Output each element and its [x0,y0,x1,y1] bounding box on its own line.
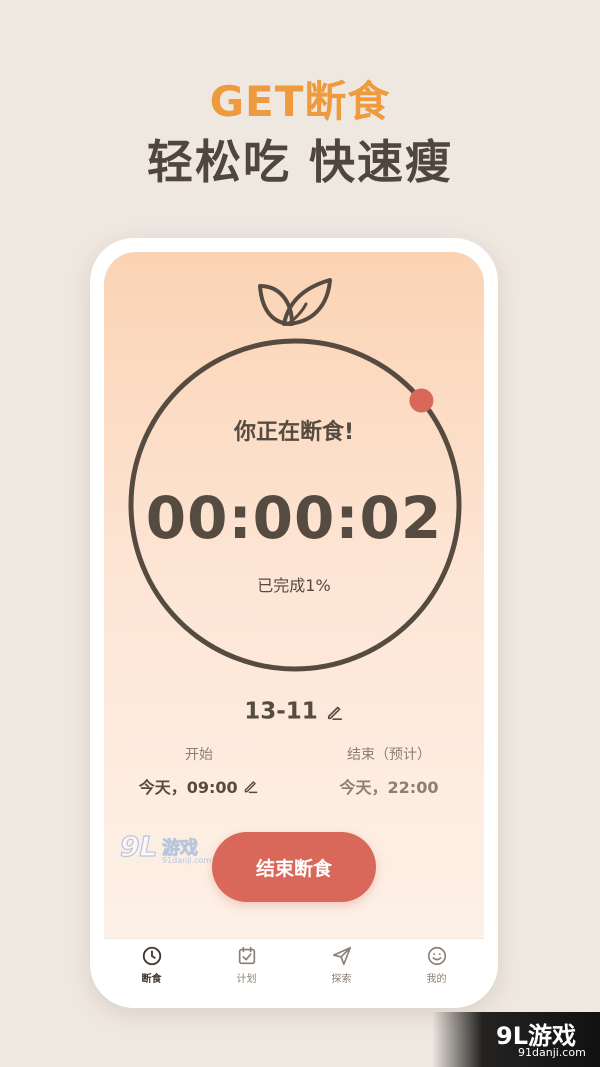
promo-title: GET断食 [209,77,391,126]
tab-explore[interactable]: 探索 [294,939,389,994]
corner-url: 91danji.com [518,1046,586,1059]
end-time-value: 今天，22:00 [339,778,439,797]
start-label: 开始 [185,747,213,763]
fasting-status: 你正在断食! [233,420,355,445]
leaf-logo-icon [258,278,332,326]
site-watermark: 9L 游戏 91danji.com [118,829,222,870]
plan-selector[interactable]: 13-11 [104,698,484,725]
tab-label: 我的 [426,974,447,985]
end-fast-button[interactable]: 结束断食 [212,832,376,902]
tab-label: 探索 [331,974,352,985]
corner-watermark: 9L游戏 91danji.com [432,1012,600,1067]
start-time-section[interactable]: 开始 今天，09:00 [104,744,294,798]
tab-profile[interactable]: 我的 [389,939,484,994]
clock-icon [142,946,161,966]
send-icon [332,946,351,966]
end-label: 结束（预计） [347,747,431,763]
tab-plan[interactable]: 计划 [199,939,294,994]
tab-label: 计划 [236,974,257,985]
progress-text: 已完成1% [257,576,331,595]
app-screen: 你正在断食! 00:00:02 已完成1% 13-11 开始 今天，09:00 … [104,252,484,994]
elapsed-timer: 00:00:02 [145,484,443,552]
bottom-tab-bar: 断食 计划 探索 我的 [104,938,484,994]
tab-label: 断食 [141,974,162,985]
watermark-number: 9L [119,829,158,863]
edit-icon[interactable] [243,778,259,794]
edit-icon[interactable] [326,703,344,721]
calendar-check-icon [238,946,255,965]
start-time-value: 今天，09:00 [138,778,238,797]
tab-fasting[interactable]: 断食 [104,939,199,994]
phone-frame: 你正在断食! 00:00:02 已完成1% 13-11 开始 今天，09:00 … [90,238,498,1008]
plan-label: 13-11 [244,698,318,725]
end-time-section: 结束（预计） 今天，22:00 [294,744,484,798]
progress-knob [409,388,434,413]
watermark-url: 91danji.com [162,856,212,865]
promo-subtitle: 轻松吃 快速瘦 [146,135,453,189]
smile-icon [427,946,446,966]
